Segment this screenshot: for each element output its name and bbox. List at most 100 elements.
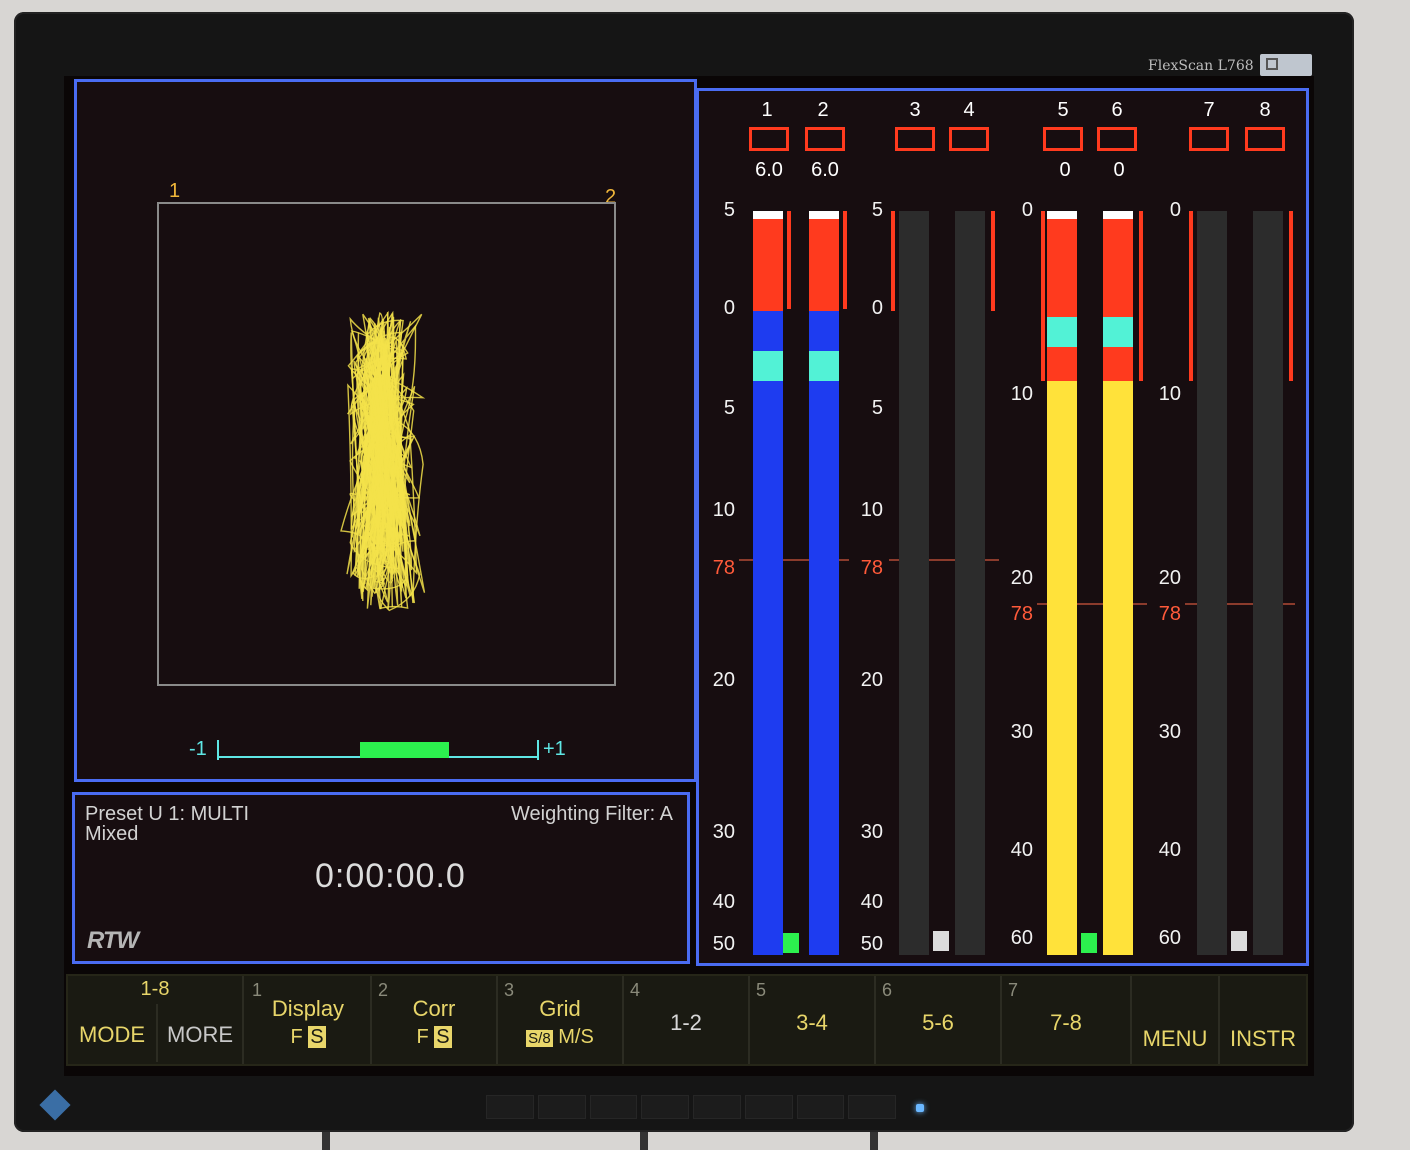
more-button-label: MORE	[167, 1022, 233, 1047]
scale-label: 10	[1158, 383, 1181, 405]
display-sub: F S	[290, 1026, 326, 1048]
pair-label: 5-6	[922, 1010, 954, 1035]
floor-indicator	[1231, 931, 1247, 951]
mode-button[interactable]: MODE	[68, 1004, 158, 1062]
scale-label: 5	[723, 199, 735, 221]
channel-number: 3	[909, 99, 921, 121]
scale-label: 40	[1158, 839, 1181, 861]
peak-hold-segment	[1103, 317, 1133, 347]
scale-label: 0	[1021, 199, 1033, 221]
grid-softkey[interactable]: 3 Grid S/8 M/S	[498, 976, 624, 1064]
peak-hold-indicator[interactable]	[1097, 127, 1137, 151]
hw-button[interactable]	[486, 1095, 534, 1119]
channel-number: 6	[1111, 99, 1123, 121]
hw-button[interactable]	[848, 1095, 896, 1119]
over-segment	[753, 219, 783, 311]
mode-button-label: MODE	[79, 1022, 145, 1047]
channel-pair-5-6-softkey[interactable]: 6 5-6	[876, 976, 1002, 1064]
peak-hold-segment	[753, 351, 783, 381]
floor-indicator	[933, 931, 949, 951]
monitor-model-label: FlexScan L768	[1148, 58, 1254, 74]
channel-pair-7-8-softkey[interactable]: 7 7-8	[1002, 976, 1132, 1064]
more-button[interactable]: MORE	[156, 1004, 244, 1062]
over-segment	[1047, 219, 1077, 381]
display-softkey[interactable]: 1 Display F S	[246, 976, 372, 1064]
weighting-filter-label: Weighting Filter: A	[511, 803, 673, 825]
correlation-bar	[360, 742, 450, 758]
softkey-number: 7	[1008, 980, 1019, 1000]
menu-button[interactable]: MENU	[1132, 976, 1220, 1064]
peak-marker	[809, 211, 839, 219]
stand-post	[640, 1132, 648, 1150]
peak-hold-indicator[interactable]	[805, 127, 845, 151]
peak-hold-indicator[interactable]	[895, 127, 935, 151]
meter-bar-ch3	[899, 211, 929, 955]
stand-post	[870, 1132, 878, 1150]
corr-softkey[interactable]: 2 Corr F S	[372, 976, 498, 1064]
scale-label: 0	[723, 297, 735, 319]
softkey-number: 5	[756, 980, 767, 1000]
channel-pair-1-2-softkey[interactable]: 4 1-2	[624, 976, 750, 1064]
stand-post	[322, 1132, 330, 1150]
scale-label: 40	[1010, 839, 1033, 861]
pair-label: 7-8	[1050, 1010, 1082, 1035]
hw-button[interactable]	[693, 1095, 741, 1119]
peak-hold-segment	[1047, 317, 1077, 347]
scale-label: 30	[1158, 721, 1181, 743]
peak-hold-indicator[interactable]	[1245, 127, 1285, 151]
peak-hold-indicator[interactable]	[1189, 127, 1229, 151]
peak-hold-indicator[interactable]	[949, 127, 989, 151]
side-indicator	[787, 211, 791, 309]
scale-label: 50	[712, 933, 735, 955]
scale-label: 60	[1158, 927, 1181, 949]
instr-button[interactable]: INSTR	[1220, 976, 1306, 1064]
channel-pair-3-4-softkey[interactable]: 5 3-4	[750, 976, 876, 1064]
corr-sub: F S	[416, 1026, 452, 1048]
hw-button[interactable]	[744, 1095, 793, 1119]
correlation-min-label: -1	[189, 738, 207, 760]
scale-label: 5	[871, 397, 883, 419]
meter-bar-ch6	[1103, 211, 1133, 955]
display-label: Display	[271, 996, 345, 1021]
meter-bar-ch5	[1047, 211, 1077, 955]
hw-button[interactable]	[641, 1095, 689, 1119]
peak-value: 0	[1059, 159, 1071, 181]
scale-label-reference: 78	[712, 557, 735, 579]
peak-hold-indicator[interactable]	[1043, 127, 1083, 151]
floor-indicator	[783, 933, 799, 953]
hardware-buttons	[486, 1095, 896, 1119]
scale-label: 20	[1158, 567, 1181, 589]
scale-label: 10	[712, 499, 735, 521]
peak-hold-indicator[interactable]	[749, 127, 789, 151]
level-meter-panel: 1 2 3 4 5 6 7 8 6.0 6.0 0 0 5 0 5 10 78 …	[696, 88, 1309, 966]
scale-label: 40	[712, 891, 735, 913]
scale-label: 20	[712, 669, 735, 691]
side-indicator	[991, 211, 995, 311]
meter-bar-ch1	[753, 211, 783, 955]
pair-label: 3-4	[796, 1010, 828, 1035]
meter-bar-ch8	[1253, 211, 1283, 955]
rtw-logo: RTW	[87, 927, 139, 954]
meter-bar-ch2	[809, 211, 839, 955]
scale-label: 5	[723, 397, 735, 419]
channel-number: 2	[817, 99, 829, 121]
grid-label: Grid	[539, 996, 581, 1021]
hw-button[interactable]	[589, 1095, 638, 1119]
side-indicator	[1139, 211, 1143, 381]
side-indicator	[1189, 211, 1193, 381]
hw-button[interactable]	[796, 1095, 845, 1119]
peak-marker	[1103, 211, 1133, 219]
menu-label: MENU	[1142, 1026, 1208, 1051]
hw-button[interactable]	[537, 1095, 586, 1119]
scale-label: 10	[1010, 383, 1033, 405]
corr-label: Corr	[412, 996, 456, 1021]
over-segment	[1103, 219, 1133, 381]
meter-bar-ch4	[955, 211, 985, 955]
scale-label: 50	[860, 933, 883, 955]
correlation-max-label: +1	[543, 738, 566, 760]
scale-label: 0	[871, 297, 883, 319]
timecode-display: 0:00:00.0	[315, 857, 466, 895]
channel-number: 4	[963, 99, 975, 121]
instr-label: INSTR	[1230, 1026, 1296, 1051]
peak-hold-segment	[809, 351, 839, 381]
